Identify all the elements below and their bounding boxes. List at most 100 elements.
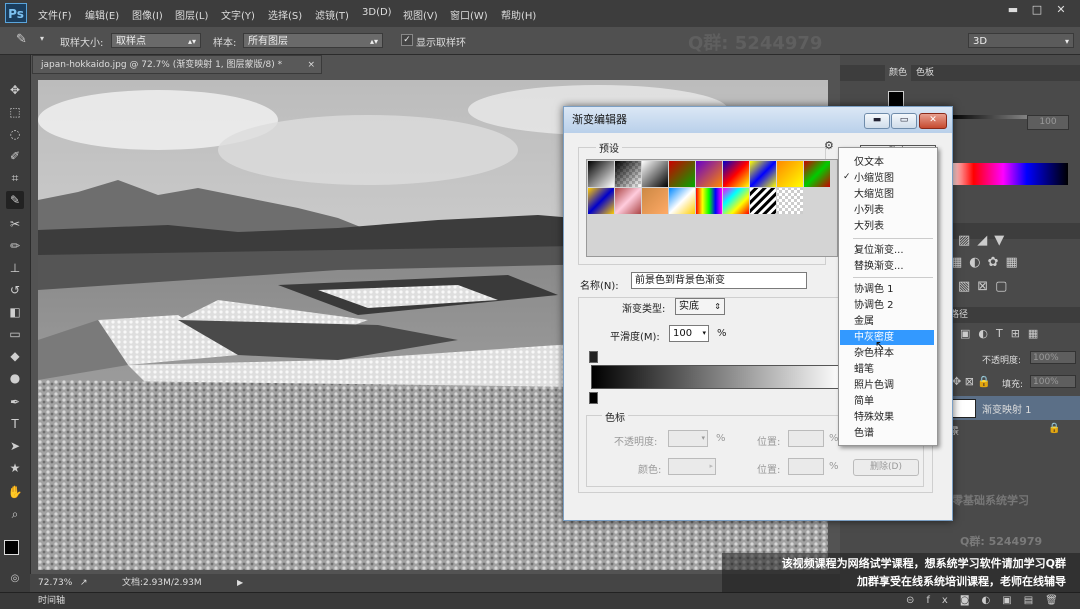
menu-filter[interactable]: 滤镜(T) xyxy=(315,7,349,22)
menu-item-small-thumbnail[interactable]: 小缩览图 xyxy=(840,171,934,186)
history-brush-icon[interactable]: ↺ xyxy=(6,281,24,299)
stop-opacity-input[interactable]: ▾ xyxy=(668,430,708,447)
menu-item-harmonies-2[interactable]: 协调色 2 xyxy=(840,298,934,313)
fill-field[interactable]: 100% xyxy=(1030,375,1076,388)
menu-item-spectrums[interactable]: 色谱 xyxy=(840,426,934,441)
preset-swatch-grid[interactable] xyxy=(586,159,838,257)
window-maximize-button[interactable]: □ xyxy=(1026,3,1048,17)
layer-filter-icons[interactable]: ▣◐T⊞▦ xyxy=(960,327,1046,340)
stop-color-swatch[interactable]: ▸ xyxy=(668,458,716,475)
stamp-tool-icon[interactable]: ⊥ xyxy=(6,259,24,277)
menu-3d[interactable]: 3D(D) xyxy=(362,7,392,18)
shape-tool-icon[interactable]: ★ xyxy=(6,459,24,477)
course-watermark: 该视频课程为网络试学课程，想系统学习软件请加学习Q群 加群享受在线系统培训课程，… xyxy=(722,553,1080,593)
eraser-tool-icon[interactable]: ◧ xyxy=(6,303,24,321)
move-tool-icon[interactable]: ✥ xyxy=(6,81,24,99)
menu-layer[interactable]: 图层(L) xyxy=(175,7,208,22)
menu-item-text-only[interactable]: 仅文本 xyxy=(840,155,934,170)
blur-tool-icon[interactable]: ◆ xyxy=(6,347,24,365)
dialog-close-button[interactable]: ✕ xyxy=(919,113,947,129)
dialog-maximize-button[interactable]: ▭ xyxy=(891,113,917,129)
menu-image[interactable]: 图像(I) xyxy=(132,7,163,22)
stop-opacity-location-input[interactable] xyxy=(788,430,824,447)
close-tab-icon[interactable]: × xyxy=(307,56,315,75)
status-arrow-icon[interactable]: ▶ xyxy=(237,574,243,592)
menu-type[interactable]: 文字(Y) xyxy=(221,7,255,22)
gradient-type-select[interactable]: 实底 ⇕ xyxy=(675,298,725,315)
menu-item-noise-samples[interactable]: 杂色样本 xyxy=(840,346,934,361)
quick-mask-icon[interactable]: ◎ xyxy=(6,570,24,588)
menu-item-simple[interactable]: 简单 xyxy=(840,394,934,409)
color-panel-fg-swatch[interactable] xyxy=(888,91,904,107)
delete-button[interactable]: 删除(D) xyxy=(853,459,919,476)
opacity-field[interactable]: 100% xyxy=(1030,351,1076,364)
menu-item-special-effects[interactable]: 特殊效果 xyxy=(840,410,934,425)
dodge-tool-icon[interactable]: ● xyxy=(6,369,24,387)
eyedropper-icon[interactable]: ✎ xyxy=(16,32,27,47)
zoom-tool-icon[interactable]: ⌕ xyxy=(6,505,24,523)
color-stop-marker[interactable] xyxy=(589,392,598,404)
quick-select-tool-icon[interactable]: ✐ xyxy=(6,147,24,165)
menu-file[interactable]: 文件(F) xyxy=(38,7,72,22)
window-minimize-button[interactable]: ▬ xyxy=(1002,3,1024,17)
zoom-level[interactable]: 72.73% xyxy=(38,574,72,592)
brush-tool-icon[interactable]: ✏ xyxy=(6,237,24,255)
crop-tool-icon[interactable]: ⌗ xyxy=(6,169,24,187)
menu-item-metals[interactable]: 金属 xyxy=(840,314,934,329)
menu-view[interactable]: 视图(V) xyxy=(403,7,438,22)
gradient-preview-bar[interactable] xyxy=(591,365,843,389)
menu-bar: Ps 文件(F) 编辑(E) 图像(I) 图层(L) 文字(Y) 选择(S) 滤… xyxy=(0,0,1080,27)
dialog-titlebar[interactable]: 渐变编辑器 ▬ ▭ ✕ xyxy=(564,107,952,133)
gear-icon[interactable]: ⚙ xyxy=(824,139,834,152)
type-tool-icon[interactable]: T xyxy=(6,415,24,433)
color-value-field[interactable]: 100 xyxy=(1027,115,1069,130)
foreground-color-swatch[interactable] xyxy=(4,540,19,555)
menu-select[interactable]: 选择(S) xyxy=(268,7,302,22)
layer-row-background[interactable]: 景 🔒 xyxy=(950,420,1080,440)
sample-size-select[interactable]: 取样点 ▴▾ xyxy=(111,33,201,48)
menu-item-large-list[interactable]: 大列表 xyxy=(840,219,934,234)
show-ring-checkbox[interactable]: ✓ xyxy=(401,34,413,46)
menu-item-large-thumbnail[interactable]: 大缩览图 xyxy=(840,187,934,202)
stop-color-location-input[interactable] xyxy=(788,458,824,475)
path-select-icon[interactable]: ➤ xyxy=(6,437,24,455)
window-close-button[interactable]: ✕ xyxy=(1050,3,1072,17)
adjustment-icons-row2[interactable]: ▦◐✿▦ xyxy=(950,255,1025,270)
menu-item-reset-gradients[interactable]: 复位渐变... xyxy=(840,243,934,258)
opacity-stop-marker[interactable] xyxy=(589,351,598,363)
workspace-select[interactable]: 3D ▾ xyxy=(968,33,1074,48)
menu-item-neutral-density[interactable]: 中灰密度 xyxy=(840,330,934,345)
layer-footer-icons[interactable]: ⊝fx◙◐▣▤🗑 xyxy=(906,593,1070,609)
timeline-label[interactable]: 时间轴 xyxy=(38,593,65,609)
chevron-down-icon[interactable]: ▾ xyxy=(702,326,706,341)
marquee-tool-icon[interactable]: ⬚ xyxy=(6,103,24,121)
lock-icons[interactable]: ✥ ⊠ 🔒 xyxy=(952,375,991,388)
pen-tool-icon[interactable]: ✒ xyxy=(6,393,24,411)
dialog-minimize-button[interactable]: ▬ xyxy=(864,113,890,129)
menu-help[interactable]: 帮助(H) xyxy=(501,7,536,22)
hand-tool-icon[interactable]: ✋ xyxy=(6,483,24,501)
menu-item-pastels[interactable]: 蜡笔 xyxy=(840,362,934,377)
healing-tool-icon[interactable]: ✂ xyxy=(6,215,24,233)
document-tab[interactable]: japan-hokkaido.jpg @ 72.7% (渐变映射 1, 图层蒙版… xyxy=(32,55,322,74)
adjustment-icons-row3[interactable]: ▧⊠▢ xyxy=(958,279,1014,294)
lasso-tool-icon[interactable]: ◌ xyxy=(6,125,24,143)
menu-item-harmonies-1[interactable]: 协调色 1 xyxy=(840,282,934,297)
menu-edit[interactable]: 编辑(E) xyxy=(85,7,119,22)
sample-select[interactable]: 所有图层 ▴▾ xyxy=(243,33,383,48)
smoothness-input[interactable]: 100 ▾ xyxy=(669,325,709,342)
menu-item-replace-gradients[interactable]: 替换渐变... xyxy=(840,259,934,274)
tab-swatches[interactable]: 色板 xyxy=(916,65,934,81)
menu-item-small-list[interactable]: 小列表 xyxy=(840,203,934,218)
share-icon[interactable]: ↗ xyxy=(80,574,88,592)
eyedropper-tool-icon[interactable]: ✎ xyxy=(6,191,24,209)
gradient-tool-icon[interactable]: ▭ xyxy=(6,325,24,343)
tab-color[interactable]: 颜色 xyxy=(885,65,912,81)
menu-window[interactable]: 窗口(W) xyxy=(450,7,488,22)
menu-item-photographic-toning[interactable]: 照片色调 xyxy=(840,378,934,393)
adjustment-icons-row1[interactable]: ▨◢▼ xyxy=(958,233,1011,248)
color-spectrum[interactable] xyxy=(950,163,1068,185)
layer-row-gradient-map[interactable]: 渐变映射 1 xyxy=(950,396,1080,420)
tool-preset-chevron-icon[interactable]: ▾ xyxy=(40,34,44,43)
name-input[interactable]: 前景色到背景色渐变 xyxy=(631,272,807,289)
